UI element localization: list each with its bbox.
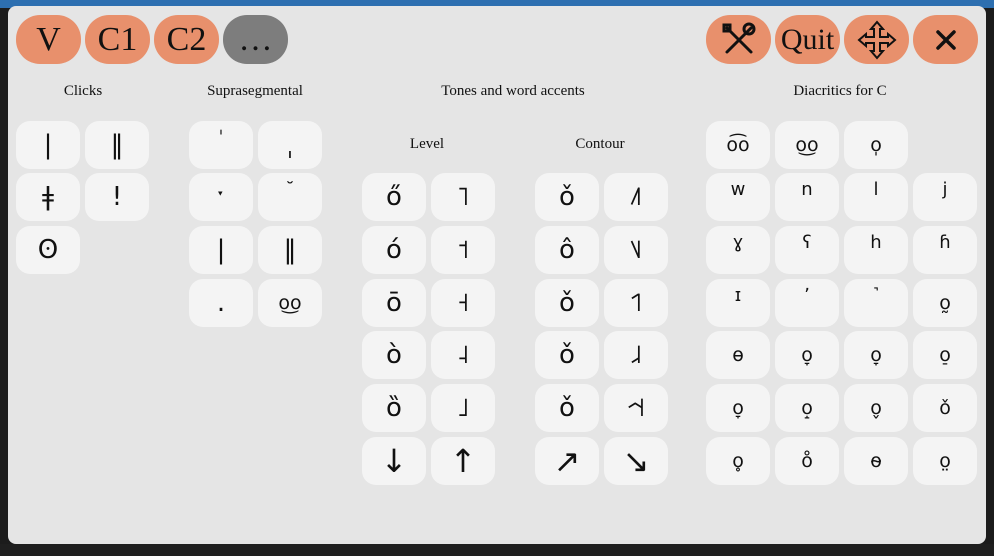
more-tab-button[interactable]: … [223,15,288,64]
diacritic-key-tie-below[interactable]: o͜o [775,121,839,169]
window-bottom-strip [0,544,994,556]
move-icon [856,19,897,60]
close-button[interactable] [913,15,978,64]
contour-key-rising-diacritic[interactable]: ǒ [535,173,599,221]
level-key-high-diacritic[interactable]: ó [362,226,426,274]
diacritic-key-velarized-tilde[interactable]: o̴ [844,437,908,485]
supra-key-minor-group[interactable]: | [189,226,253,274]
contour-key-rising-falling-diacritic[interactable]: ǒ [535,384,599,432]
level-key-extra-low-letter[interactable]: ˩ [431,384,495,432]
diacritic-key-centralized[interactable]: ɵ [706,331,770,379]
diacritic-key-caron[interactable]: ǒ [913,384,977,432]
click-key-bilabial[interactable]: ʘ [16,226,80,274]
diacritic-key-syllabic[interactable]: o̩ [844,121,908,169]
consonants-1-tab-button[interactable]: C1 [85,15,150,64]
diacritic-key-labialized[interactable]: w [706,173,770,221]
level-key-low-diacritic[interactable]: ò [362,331,426,379]
click-key-postalveolar[interactable]: ! [85,173,149,221]
diacritic-key-ejective[interactable]: ʼ [775,279,839,327]
contour-key-falling-diacritic[interactable]: ô [535,226,599,274]
quit-button[interactable]: Quit [775,15,840,64]
level-key-high-letter[interactable]: ˦ [431,226,495,274]
diacritic-key-velarized[interactable]: ɣ [706,226,770,274]
tones-title: Tones and word accents [441,83,585,99]
level-key-low-letter[interactable]: ˨ [431,331,495,379]
diacritic-key-aspirated[interactable]: h [844,226,908,274]
consonants-2-tab-button[interactable]: C2 [154,15,219,64]
clicks-title: Clicks [63,83,103,99]
diacritic-key-nasal-release[interactable]: n [775,173,839,221]
supra-key-major-group[interactable]: ‖ [258,226,322,274]
diacritic-key-voiceless[interactable]: o̥ [706,437,770,485]
diacritic-key-pharyngealized[interactable]: ʕ [775,226,839,274]
diacritic-key-raised-tack[interactable]: o̝ [775,384,839,432]
contour-key-falling-letter[interactable]: ˥˩ [604,226,668,274]
contour-key-rising-letter[interactable]: ˩˥ [604,173,668,221]
settings-button[interactable] [706,15,771,64]
contour-key-global-rise[interactable]: ↗ [535,437,599,485]
diacritics-title: Diacritics for C [793,83,887,99]
level-key-mid-diacritic[interactable]: ō [362,279,426,327]
diacritic-key-creaky[interactable]: o̰ [913,279,977,327]
suprasegmental-title: Suprasegmental [207,83,303,99]
diacritic-key-tie-above[interactable]: o͡o [706,121,770,169]
supra-key-half-long[interactable]: ˑ [189,173,253,221]
click-key-lateral[interactable]: ‖ [85,121,149,169]
level-key-upstep[interactable]: ↑ [431,437,495,485]
supra-key-extra-short[interactable]: ˘ [258,173,322,221]
level-key-extra-low-diacritic[interactable]: ȍ [362,384,426,432]
supra-key-linking[interactable]: o͜o [258,279,322,327]
level-key-extra-high-diacritic[interactable]: ő [362,173,426,221]
diacritic-key-lateral-release[interactable]: l [844,173,908,221]
diacritic-key-no-audible-release[interactable]: ˺ [844,279,908,327]
diacritic-key-palatalized[interactable]: j [913,173,977,221]
diacritic-key-lowered[interactable]: o̞ [844,331,908,379]
contour-tones-title: Contour [575,136,625,152]
supra-key-syllable-break[interactable]: . [189,279,253,327]
contour-key-global-fall[interactable]: ↘ [604,437,668,485]
level-key-mid-letter[interactable]: ˧ [431,279,495,327]
contour-key-high-rising-letter[interactable]: ˦˥ [604,279,668,327]
move-button[interactable] [844,15,909,64]
supra-key-primary-stress[interactable]: ˈ [189,121,253,169]
contour-key-high-rising-diacritic[interactable]: ǒ [535,279,599,327]
close-icon [935,29,956,50]
diacritic-key-lowered-square[interactable]: o̞ [706,384,770,432]
diacritic-key-voiced[interactable]: o̬ [844,384,908,432]
vowels-tab-button[interactable]: V [16,15,81,64]
level-key-extra-high-letter[interactable]: ˥ [431,173,495,221]
level-tones-title: Level [409,136,445,152]
diacritic-key-breathy[interactable]: o̤ [913,437,977,485]
supra-key-secondary-stress[interactable]: ˌ [258,121,322,169]
tools-icon [722,22,755,53]
diacritic-key-rhotic[interactable]: ɪ [706,279,770,327]
contour-key-rising-falling-letter[interactable]: ˧˦˧ [604,384,668,432]
click-key-palatoalveolar[interactable]: ǂ [16,173,80,221]
contour-key-low-rising-letter[interactable]: ˩˨ [604,331,668,379]
level-key-downstep[interactable]: ↓ [362,437,426,485]
click-key-dental[interactable]: | [16,121,80,169]
diacritic-key-raised[interactable]: o̞ [775,331,839,379]
diacritic-key-breathy-aspirated[interactable]: ɦ [913,226,977,274]
contour-key-low-rising-diacritic[interactable]: ǒ [535,331,599,379]
diacritic-key-voiceless-above[interactable]: o̊ [775,437,839,485]
diacritic-key-retracted[interactable]: o̠ [913,331,977,379]
